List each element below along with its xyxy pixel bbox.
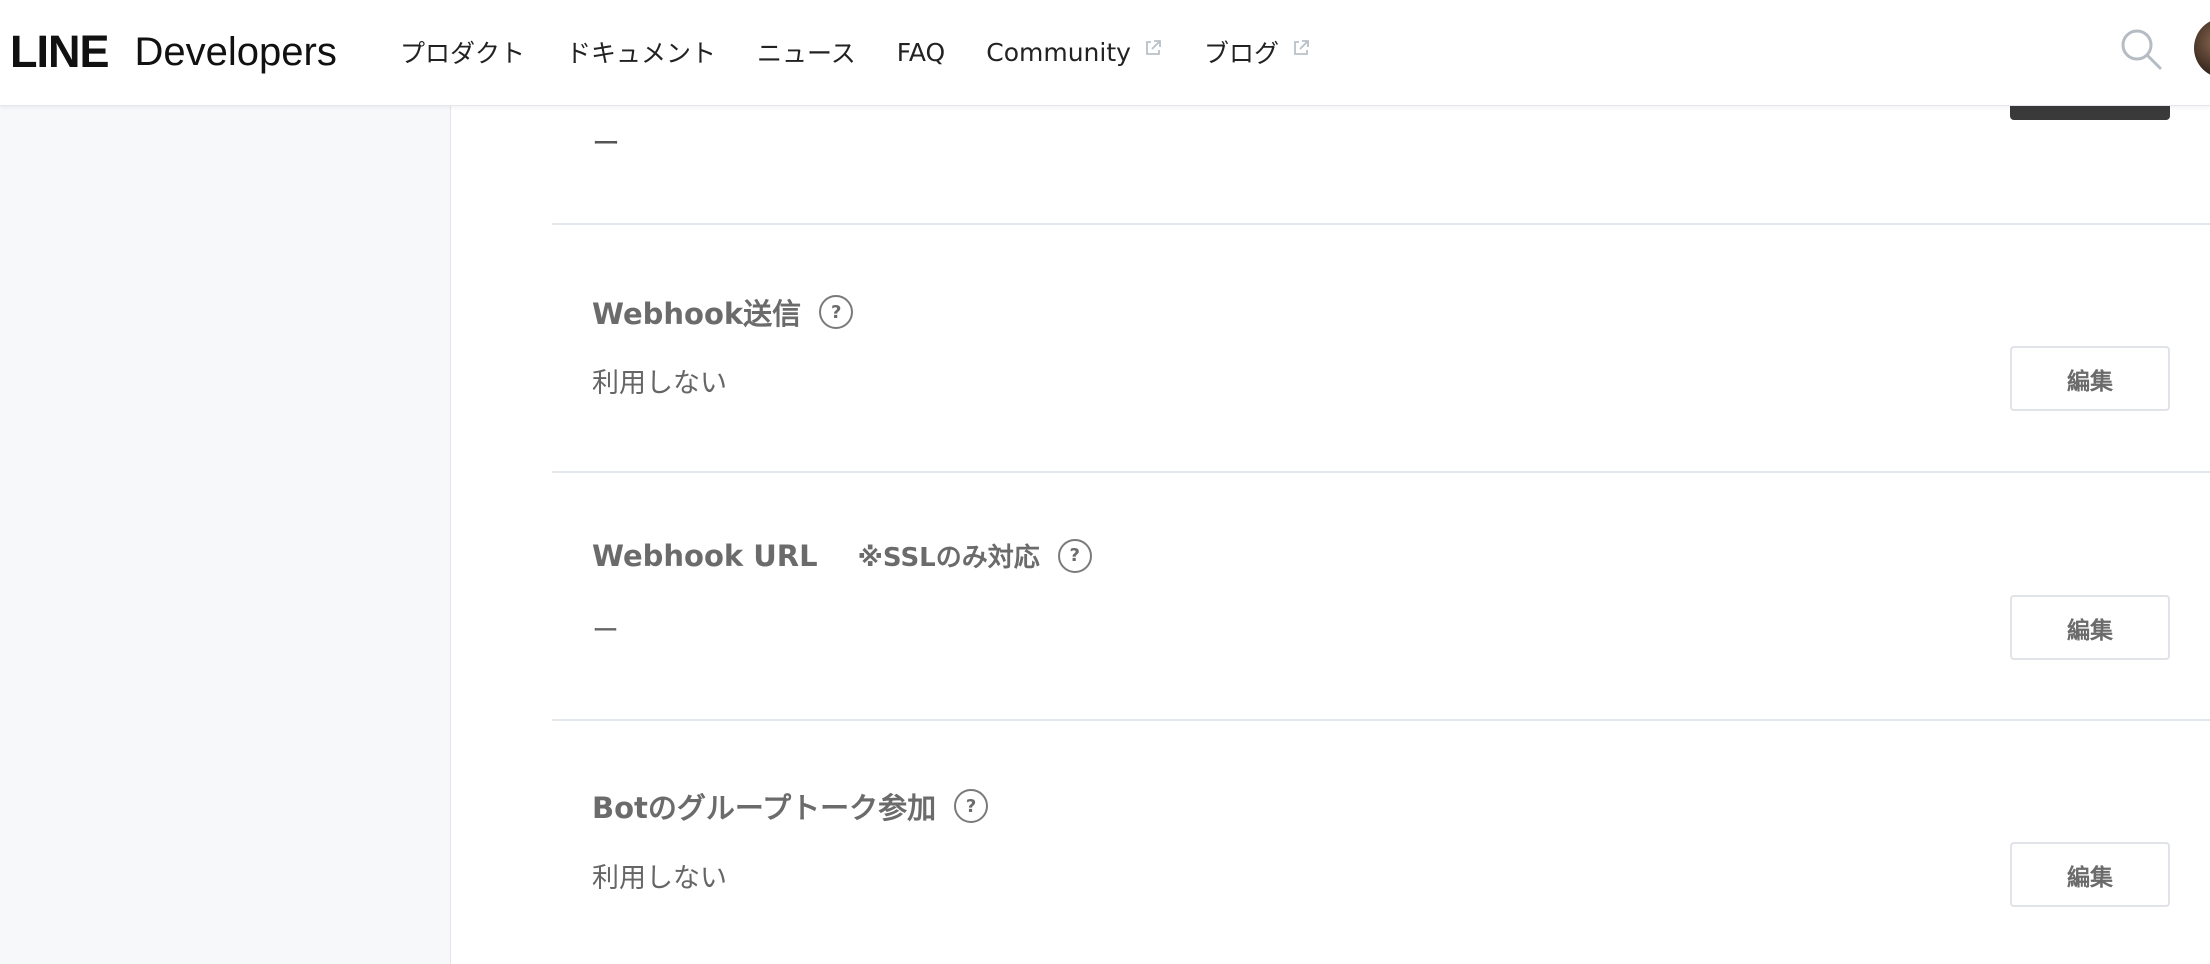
settings-content: ー Webhook送信 ? 利用しない 編集 Webhook URL ※SSLの… (452, 0, 2210, 964)
nav-item-label: ブログ (1203, 39, 1279, 68)
nav-item-documents[interactable]: ドキュメント (566, 34, 716, 70)
section-title-text: Botのグループトーク参加 (592, 791, 937, 825)
search-icon[interactable] (2118, 26, 2164, 72)
ssl-note: ※SSLのみ対応 (857, 543, 1040, 573)
edit-button[interactable]: 編集 (2010, 842, 2170, 907)
top-section-value: ー (592, 127, 621, 160)
help-icon[interactable]: ? (1057, 538, 1092, 573)
edit-button[interactable]: 編集 (2010, 595, 2170, 660)
external-link-icon (1294, 40, 1309, 55)
section-title: Webhook送信 ? (592, 291, 854, 333)
section-value: 利用しない (592, 368, 727, 399)
logo-developers-text: Developers (134, 29, 337, 74)
webhook-url-section: Webhook URL ※SSLのみ対応 ? ー 編集 (552, 471, 2210, 719)
webhook-send-section: Webhook送信 ? 利用しない 編集 (552, 223, 2210, 471)
section-value: ー (592, 616, 619, 647)
logo-line-text: LINE (10, 26, 110, 77)
help-icon[interactable]: ? (819, 295, 854, 329)
section-title-text: Webhook URL (592, 538, 818, 573)
section-title: Botのグループトーク参加 ? (592, 785, 989, 827)
help-icon[interactable]: ? (954, 789, 989, 823)
section-title-text: Webhook送信 (592, 297, 802, 331)
left-sidebar (0, 106, 451, 964)
nav-item-label: プロダクト (400, 39, 526, 68)
nav-item-products[interactable]: プロダクト (400, 34, 525, 70)
nav-item-community[interactable]: Community (986, 38, 1163, 67)
user-avatar[interactable] (2194, 18, 2210, 78)
nav-item-blog[interactable]: ブログ (1204, 34, 1311, 70)
section-title: Webhook URL ※SSLのみ対応 ? (592, 537, 1092, 574)
external-link-icon (1146, 40, 1161, 55)
nav-item-label: ニュース (757, 39, 856, 68)
nav-item-label: Community (986, 37, 1131, 67)
top-header: LINE Developers プロダクト ドキュメント ニュース FAQ Co… (0, 0, 2210, 106)
edit-button[interactable]: 編集 (2010, 346, 2170, 411)
main-nav: プロダクト ドキュメント ニュース FAQ Community ブログ (400, 30, 1352, 74)
section-value: 利用しない (592, 863, 727, 894)
nav-item-label: FAQ (896, 37, 946, 67)
bot-group-chat-section: Botのグループトーク参加 ? 利用しない 編集 (552, 719, 2210, 964)
nav-item-faq[interactable]: FAQ (897, 38, 945, 67)
nav-item-news[interactable]: ニュース (757, 34, 856, 70)
line-developers-logo[interactable]: LINE Developers (10, 22, 337, 82)
nav-item-label: ドキュメント (566, 39, 717, 68)
